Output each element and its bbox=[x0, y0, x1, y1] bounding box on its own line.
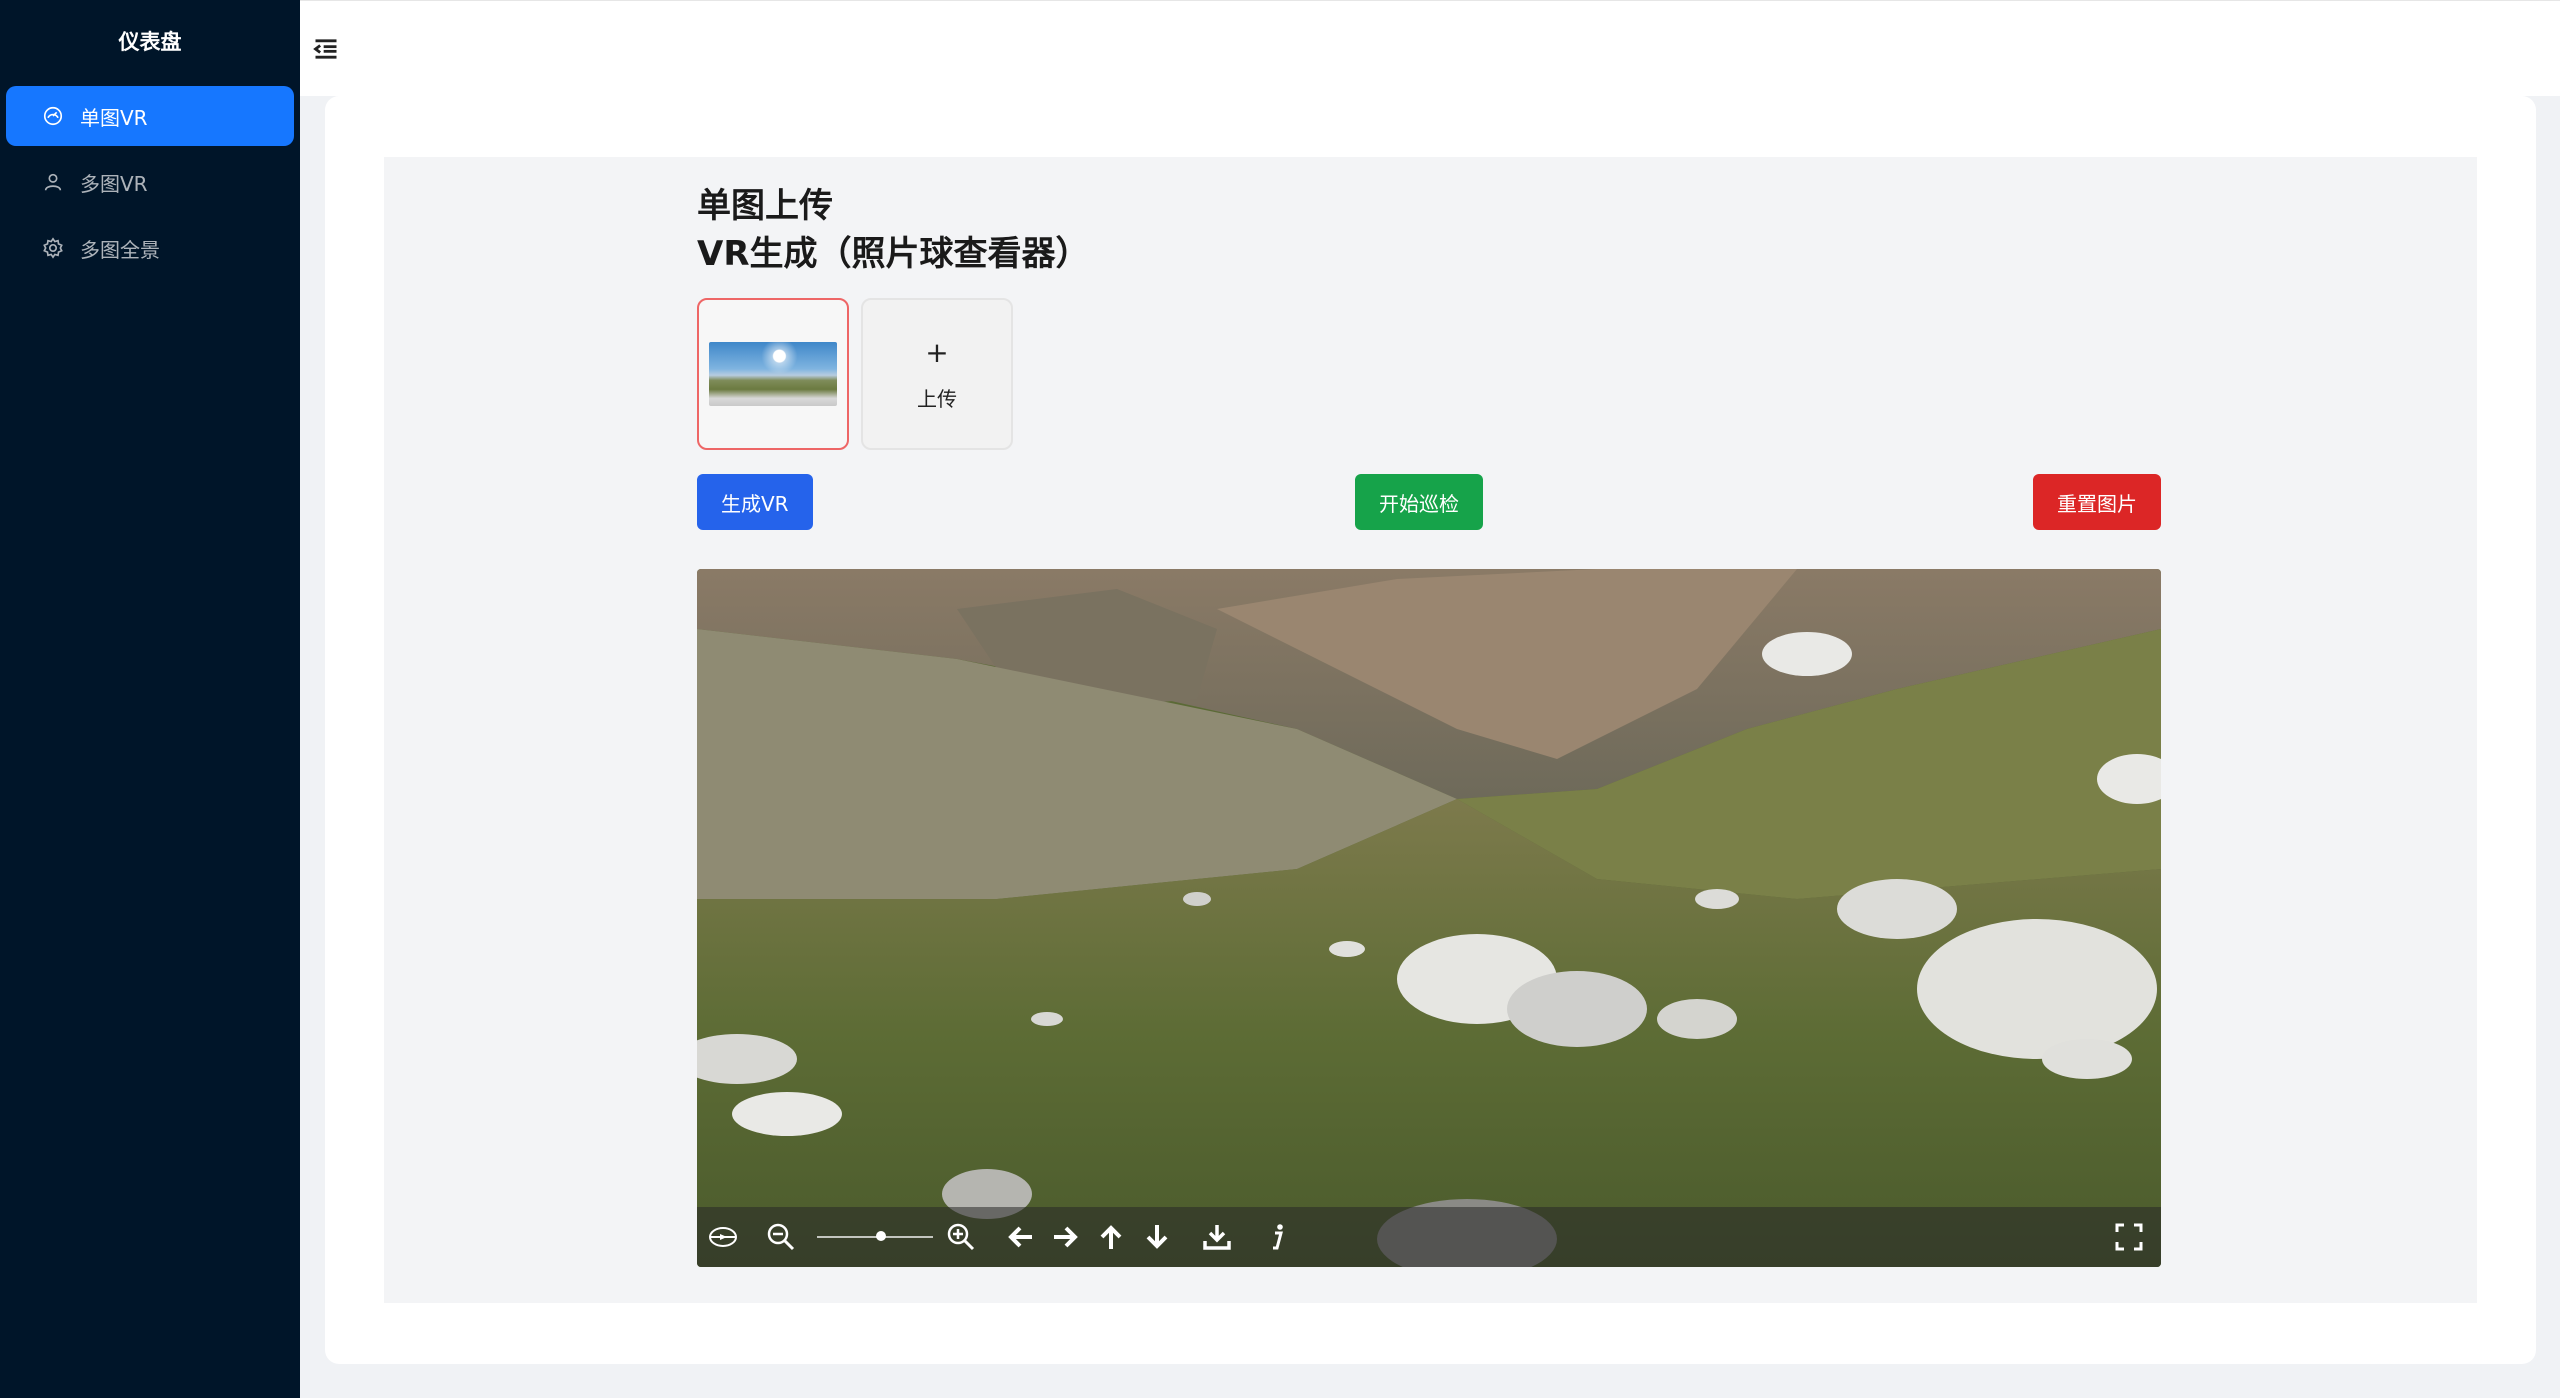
sidebar-item-label: 多图VR bbox=[80, 171, 148, 196]
sidebar: 仪表盘 单图VR 多图VR 多图全景 bbox=[0, 0, 300, 1398]
menu-fold-button[interactable] bbox=[310, 33, 342, 65]
upload-label: 上传 bbox=[917, 386, 957, 411]
download-button[interactable] bbox=[1199, 1221, 1235, 1253]
vr-panel-inner: 单图上传 VR生成（照片球查看器） + 上传 生成VR 开始巡检 重置图片 bbox=[697, 157, 2161, 1267]
title-line-1: 单图上传 bbox=[697, 186, 833, 226]
move-left-button[interactable] bbox=[1003, 1221, 1039, 1253]
zoom-slider-handle[interactable] bbox=[875, 1231, 886, 1241]
title-line-2: VR生成（照片球查看器） bbox=[697, 234, 1090, 274]
zoom-slider[interactable] bbox=[817, 1231, 933, 1241]
autorotate-button[interactable] bbox=[705, 1221, 741, 1253]
menu-fold-icon bbox=[313, 39, 337, 59]
arrow-left-icon bbox=[1008, 1226, 1032, 1248]
sidebar-item-single-vr[interactable]: 单图VR bbox=[6, 86, 294, 146]
sidebar-item-label: 单图VR bbox=[80, 105, 148, 130]
plus-icon: + bbox=[925, 335, 949, 369]
arrow-down-icon bbox=[1146, 1225, 1168, 1249]
arrow-up-icon bbox=[1100, 1225, 1122, 1249]
zoom-in-icon bbox=[947, 1223, 975, 1251]
uploaded-image-card[interactable] bbox=[697, 298, 849, 450]
zoom-in-button[interactable] bbox=[943, 1221, 979, 1253]
photo-sphere-viewer[interactable] bbox=[697, 569, 2161, 1267]
sidebar-item-label: 多图全景 bbox=[80, 237, 160, 262]
zoom-out-button[interactable] bbox=[763, 1221, 799, 1253]
fullscreen-icon bbox=[2115, 1223, 2143, 1251]
panorama-image bbox=[697, 569, 2161, 1267]
uploaded-image-thumbnail bbox=[709, 342, 837, 406]
fullscreen-button[interactable] bbox=[2111, 1221, 2147, 1253]
zoom-out-icon bbox=[767, 1223, 795, 1251]
arrow-right-icon bbox=[1054, 1226, 1078, 1248]
info-button[interactable] bbox=[1259, 1221, 1295, 1253]
upload-button[interactable]: + 上传 bbox=[861, 298, 1013, 450]
move-down-button[interactable] bbox=[1139, 1221, 1175, 1253]
sidebar-title: 仪表盘 bbox=[118, 30, 182, 54]
download-icon bbox=[1203, 1225, 1231, 1250]
upload-list: + 上传 bbox=[697, 298, 2161, 450]
generate-vr-button[interactable]: 生成VR bbox=[697, 474, 813, 530]
viewer-navbar bbox=[697, 1207, 2161, 1267]
sidebar-item-multi-panorama[interactable]: 多图全景 bbox=[6, 218, 294, 278]
vr-panel: 单图上传 VR生成（照片球查看器） + 上传 生成VR 开始巡检 重置图片 bbox=[384, 157, 2477, 1303]
reset-image-button[interactable]: 重置图片 bbox=[2033, 474, 2161, 530]
top-header bbox=[300, 0, 2560, 96]
autorotate-icon bbox=[709, 1227, 737, 1247]
dashboard-icon bbox=[42, 105, 64, 127]
move-right-button[interactable] bbox=[1047, 1221, 1083, 1253]
user-icon bbox=[42, 171, 64, 193]
start-patrol-button[interactable]: 开始巡检 bbox=[1355, 474, 1483, 530]
page-title: 单图上传 VR生成（照片球查看器） bbox=[697, 182, 2161, 278]
sidebar-menu: 单图VR 多图VR 多图全景 bbox=[0, 86, 300, 278]
move-up-button[interactable] bbox=[1093, 1221, 1129, 1253]
sidebar-item-multi-vr[interactable]: 多图VR bbox=[6, 152, 294, 212]
zoom-slider-track bbox=[817, 1236, 933, 1238]
action-buttons: 生成VR 开始巡检 重置图片 bbox=[697, 474, 2161, 530]
content-card: 单图上传 VR生成（照片球查看器） + 上传 生成VR 开始巡检 重置图片 bbox=[325, 96, 2536, 1364]
info-icon bbox=[1273, 1224, 1283, 1250]
gear-icon bbox=[42, 237, 64, 259]
